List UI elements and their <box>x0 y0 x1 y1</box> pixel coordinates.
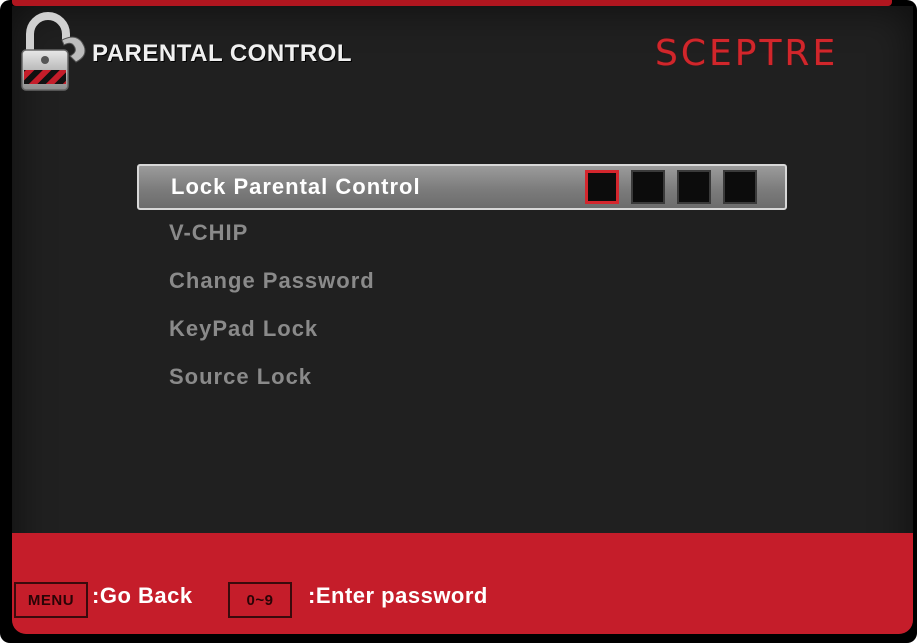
menu-item-change-password[interactable]: Change Password <box>137 258 787 306</box>
go-back-hint: :Go Back <box>92 583 193 608</box>
parental-control-menu: Lock Parental Control V-CHIP Change Pass… <box>137 164 787 402</box>
menu-item-lock-parental-control[interactable]: Lock Parental Control <box>137 164 787 210</box>
footer-hint-bar: MENU :Go Back 0~9 :Enter password <box>12 533 913 634</box>
digits-key-icon: 0~9 <box>228 582 292 618</box>
tv-frame: PARENTAL CONTROL SCEPTRE Lock Parental C… <box>0 0 917 643</box>
enter-password-hint: :Enter password <box>308 583 488 608</box>
menu-item-label: Lock Parental Control <box>171 174 421 199</box>
menu-item-v-chip[interactable]: V-CHIP <box>137 210 787 258</box>
pin-digit-1[interactable] <box>585 170 619 204</box>
menu-key-icon: MENU <box>14 582 88 618</box>
menu-item-keypad-lock[interactable]: KeyPad Lock <box>137 306 787 354</box>
menu-item-source-lock[interactable]: Source Lock <box>137 354 787 402</box>
menu-item-label: Source Lock <box>169 364 313 389</box>
padlock-icon <box>21 12 86 91</box>
password-entry[interactable] <box>585 170 757 204</box>
osd-screen: PARENTAL CONTROL SCEPTRE Lock Parental C… <box>12 6 913 634</box>
brand-logo: SCEPTRE <box>655 33 839 74</box>
menu-item-label: KeyPad Lock <box>169 316 319 341</box>
pin-digit-4[interactable] <box>723 170 757 204</box>
page-title: PARENTAL CONTROL <box>92 40 352 67</box>
pin-digit-2[interactable] <box>631 170 665 204</box>
menu-item-label: V-CHIP <box>169 220 249 245</box>
pin-digit-3[interactable] <box>677 170 711 204</box>
menu-item-label: Change Password <box>169 268 375 293</box>
